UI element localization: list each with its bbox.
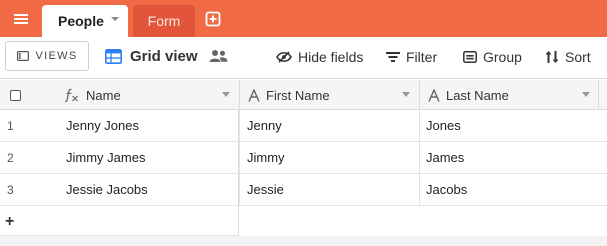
group-label: Group	[483, 49, 522, 65]
view-name: Grid view	[130, 47, 198, 65]
cell-last-name[interactable]: Jacobs	[419, 174, 598, 205]
cell-name[interactable]: Jessie Jacobs	[66, 174, 236, 205]
sort-button[interactable]: Sort	[545, 47, 591, 67]
chevron-down-icon[interactable]	[402, 92, 410, 98]
sort-label: Sort	[565, 49, 591, 65]
column-header-last-name[interactable]: Last Name	[419, 80, 598, 110]
column-header-name[interactable]: Name	[58, 80, 238, 110]
cell-first-name[interactable]: Jenny	[239, 110, 418, 141]
views-label: VIEWS	[35, 50, 78, 62]
cell-first-name[interactable]: Jimmy	[239, 142, 418, 173]
chevron-down-icon[interactable]	[582, 92, 590, 98]
caret-down-icon[interactable]	[110, 14, 120, 24]
filter-icon	[386, 52, 400, 62]
column-first-name-label: First Name	[266, 87, 330, 103]
menu-button[interactable]	[8, 8, 34, 30]
filter-button[interactable]: Filter	[386, 47, 437, 67]
formula-icon	[64, 88, 78, 102]
grid-view-icon	[105, 48, 122, 64]
row-number: 1	[7, 118, 14, 133]
column-header-first-name[interactable]: First Name	[239, 80, 418, 110]
hide-fields-button[interactable]: Hide fields	[276, 47, 363, 67]
select-all-checkbox[interactable]	[9, 89, 21, 101]
row-number: 2	[7, 150, 14, 165]
views-button[interactable]: VIEWS	[5, 41, 89, 71]
add-field-column[interactable]	[598, 80, 607, 110]
tab-people[interactable]: People	[42, 5, 128, 37]
group-icon	[463, 51, 477, 63]
chevron-down-icon[interactable]	[222, 92, 230, 98]
hamburger-icon	[14, 14, 28, 24]
hide-fields-label: Hide fields	[298, 49, 364, 65]
cell-last-name[interactable]: Jones	[419, 110, 598, 141]
cell-name[interactable]: Jenny Jones	[66, 110, 236, 141]
filter-label: Filter	[406, 49, 438, 65]
sort-icon	[545, 51, 559, 63]
top-tab-bar: People Form	[0, 0, 607, 37]
data-grid: Name First Name Last Name 1 Jenny Jones …	[0, 80, 607, 246]
column-last-name-label: Last Name	[446, 87, 509, 103]
select-all-cell	[0, 80, 30, 110]
plus-square-icon[interactable]	[205, 11, 221, 27]
people-icon[interactable]	[209, 49, 228, 63]
eye-slash-icon	[276, 51, 292, 63]
column-name-label: Name	[86, 87, 121, 103]
table-row[interactable]: 3 Jessie Jacobs Jessie Jacobs	[0, 174, 607, 206]
text-field-icon	[428, 88, 440, 102]
add-row[interactable]: +	[0, 206, 238, 236]
view-toolbar: VIEWS Grid view Hide fields Filter Group…	[0, 37, 607, 79]
cell-first-name[interactable]: Jessie	[239, 174, 418, 205]
grid-footer	[0, 236, 607, 246]
text-field-icon	[248, 88, 260, 102]
frozen-column-divider	[238, 110, 239, 246]
table-row[interactable]: 2 Jimmy James Jimmy James	[0, 142, 607, 174]
column-header-row: Name First Name Last Name	[0, 80, 607, 110]
row-number: 3	[7, 182, 14, 197]
sidebar-panel-icon	[16, 51, 29, 61]
add-record-button[interactable]: +	[5, 213, 14, 231]
tab-form[interactable]: Form	[133, 5, 195, 37]
grid-view-selector[interactable]: Grid view	[105, 45, 198, 67]
table-row[interactable]: 1 Jenny Jones Jenny Jones	[0, 110, 607, 142]
tab-form-label: Form	[147, 13, 181, 29]
cell-last-name[interactable]: James	[419, 142, 598, 173]
tab-people-label: People	[58, 13, 104, 29]
cell-name[interactable]: Jimmy James	[66, 142, 236, 173]
group-button[interactable]: Group	[463, 47, 522, 67]
